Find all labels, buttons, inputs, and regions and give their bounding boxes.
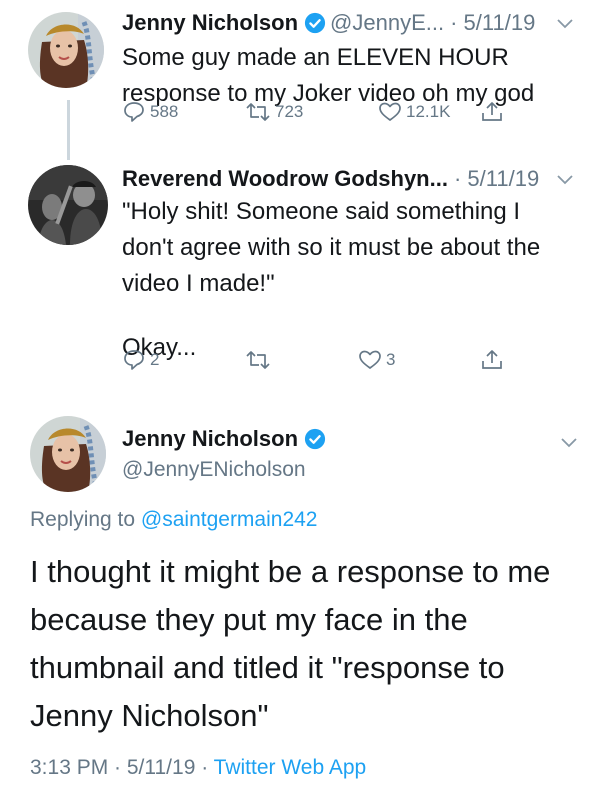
like-button[interactable]: 12.1K	[378, 100, 450, 124]
chevron-down-icon[interactable]	[556, 17, 574, 29]
tweet-text: Some guy made an ELEVEN HOUR response to…	[122, 40, 582, 112]
avatar-jenny[interactable]	[28, 12, 104, 88]
replying-prefix: Replying to	[30, 508, 141, 531]
share-button[interactable]	[480, 348, 504, 372]
chevron-down-icon[interactable]	[556, 173, 574, 185]
thread-connector-line	[67, 100, 70, 160]
tweet-text-line: video I made!"	[122, 270, 275, 297]
reply-button[interactable]: 588	[122, 100, 178, 124]
verified-badge-icon	[304, 428, 326, 450]
share-icon	[480, 348, 504, 372]
retweet-count: 723	[275, 102, 304, 121]
like-button[interactable]: 3	[358, 348, 395, 372]
tweet-header: Jenny Nicholson @JennyE... · 5/11/19	[122, 10, 535, 36]
tweet-text-line: don't agree with so it must be about the	[122, 234, 541, 261]
tweet-text-line: "Holy shit! Someone said something I	[122, 198, 521, 225]
share-icon	[480, 100, 504, 124]
retweet-button[interactable]	[245, 348, 271, 372]
like-count: 12.1K	[406, 102, 451, 121]
tweet-text-line: Okay...	[122, 334, 197, 361]
reply-icon	[122, 100, 146, 124]
share-button[interactable]	[480, 100, 504, 124]
retweet-icon	[245, 348, 271, 372]
reply-button[interactable]: 2	[122, 348, 159, 372]
tweet-date[interactable]: · 5/11/19	[454, 166, 539, 192]
avatar-reverend[interactable]	[28, 165, 108, 245]
like-icon	[358, 348, 382, 372]
tweet-timestamp: 3:13 PM · 5/11/19 ·	[30, 756, 214, 779]
tweet-footer: 3:13 PM · 5/11/19 · Twitter Web App	[30, 756, 366, 780]
author-name[interactable]: Jenny Nicholson	[122, 426, 298, 452]
retweet-button[interactable]: 723	[245, 100, 303, 124]
retweet-icon	[245, 100, 271, 124]
tweet-text-line: response to my Joker video oh my god	[122, 80, 535, 107]
verified-badge-icon	[304, 12, 326, 34]
reply-icon	[122, 348, 146, 372]
author-name[interactable]: Reverend Woodrow Godshyn...	[122, 166, 448, 192]
tweet-text-line: because they put my face in the	[30, 602, 468, 637]
replying-to-handle-link[interactable]: @saintgermain242	[141, 508, 318, 531]
tweet-date[interactable]: · 5/11/19	[450, 10, 535, 36]
chevron-down-icon[interactable]	[560, 436, 578, 448]
tweet-text-line: Some guy made an ELEVEN HOUR	[122, 44, 509, 71]
replying-to-line: Replying to @saintgermain242	[30, 508, 318, 532]
author-name[interactable]: Jenny Nicholson	[122, 10, 298, 36]
author-handle[interactable]: @JennyE...	[330, 10, 444, 36]
main-author-name-row: Jenny Nicholson	[122, 426, 330, 452]
tweet-source-link[interactable]: Twitter Web App	[214, 756, 367, 779]
like-icon	[378, 100, 402, 124]
reply-count: 2	[150, 350, 160, 369]
tweet-text-line: I thought it might be a response to me	[30, 554, 551, 589]
tweet-text-line: Jenny Nicholson"	[30, 698, 269, 733]
like-count: 3	[386, 350, 396, 369]
avatar-jenny[interactable]	[30, 416, 106, 492]
tweet-text-line: thumbnail and titled it "response to	[30, 650, 505, 685]
author-handle[interactable]: @JennyENicholson	[122, 458, 306, 482]
tweet-header: Reverend Woodrow Godshyn... · 5/11/19	[122, 166, 539, 192]
tweet-text: "Holy shit! Someone said something I don…	[122, 194, 582, 366]
reply-count: 588	[150, 102, 179, 121]
main-tweet-text: I thought it might be a response to me b…	[30, 548, 590, 740]
